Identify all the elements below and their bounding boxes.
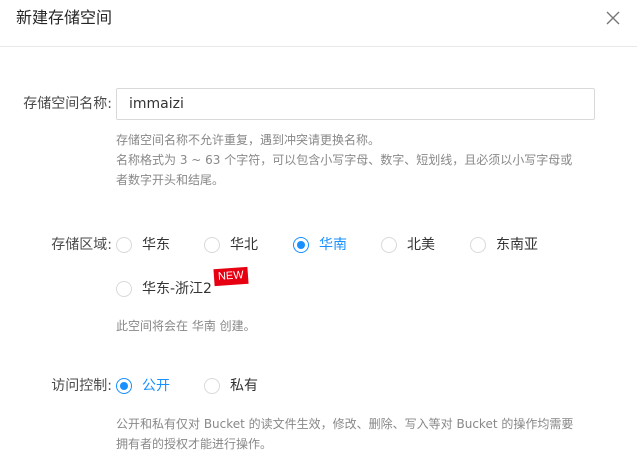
access-label: 访问控制: (51, 378, 112, 394)
region-option-southeast-asia[interactable]: 东南亚 (470, 235, 538, 255)
region-option-label: 东南亚 (496, 237, 538, 253)
access-help-line2: 拥有者的授权才能进行操作。 (116, 437, 273, 451)
bucket-name-label: 存储空间名称: (23, 96, 112, 112)
region-option-south[interactable]: 华南 (293, 235, 347, 255)
close-icon (606, 11, 620, 25)
new-badge: NEW (213, 266, 249, 287)
access-option-label: 公开 (142, 378, 170, 394)
radio-circle-checked (116, 378, 132, 394)
region-note: 此空间将会在 华南 创建。 (116, 319, 256, 333)
dialog-title: 新建存储空间 (16, 8, 113, 27)
radio-circle (116, 281, 132, 297)
region-option-label: 华东 (142, 237, 170, 253)
region-option-east[interactable]: 华东 (116, 235, 170, 255)
radio-circle (470, 237, 486, 253)
region-label: 存储区域: (51, 237, 112, 253)
region-option-label: 华北 (230, 237, 258, 253)
access-option-private[interactable]: 私有 (204, 376, 258, 396)
dialog-header: 新建存储空间 (0, 0, 637, 47)
bucket-name-input[interactable] (116, 88, 595, 120)
region-option-north-america[interactable]: 北美 (381, 235, 435, 255)
radio-circle (116, 237, 132, 253)
access-option-public[interactable]: 公开 (116, 376, 170, 396)
radio-circle (381, 237, 397, 253)
region-option-label: 华东-浙江2 (142, 281, 212, 297)
radio-circle (204, 378, 220, 394)
bucket-name-help-line3: 者数字开头和结尾。 (116, 173, 225, 187)
region-option-label: 华南 (319, 237, 347, 253)
bucket-name-help-line2: 名称格式为 3 ~ 63 个字符，可以包含小写字母、数字、短划线，且必须以小写字… (116, 153, 573, 167)
radio-circle-checked (293, 237, 309, 253)
region-option-label: 北美 (407, 237, 435, 253)
close-button[interactable] (603, 8, 623, 28)
access-help-line1: 公开和私有仅对 Bucket 的读文件生效，修改、删除、写入等对 Bucket … (116, 417, 574, 431)
bucket-name-help-line1: 存储空间名称不允许重复，遇到冲突请更换名称。 (116, 133, 381, 147)
radio-circle (204, 237, 220, 253)
region-option-north[interactable]: 华北 (204, 235, 258, 255)
access-help: 公开和私有仅对 Bucket 的读文件生效，修改、删除、写入等对 Bucket … (116, 414, 596, 454)
region-option-east-zhejiang2[interactable]: 华东-浙江2 (116, 279, 212, 299)
bucket-name-help: 存储空间名称不允许重复，遇到冲突请更换名称。 名称格式为 3 ~ 63 个字符，… (116, 130, 596, 190)
access-option-label: 私有 (230, 378, 258, 394)
